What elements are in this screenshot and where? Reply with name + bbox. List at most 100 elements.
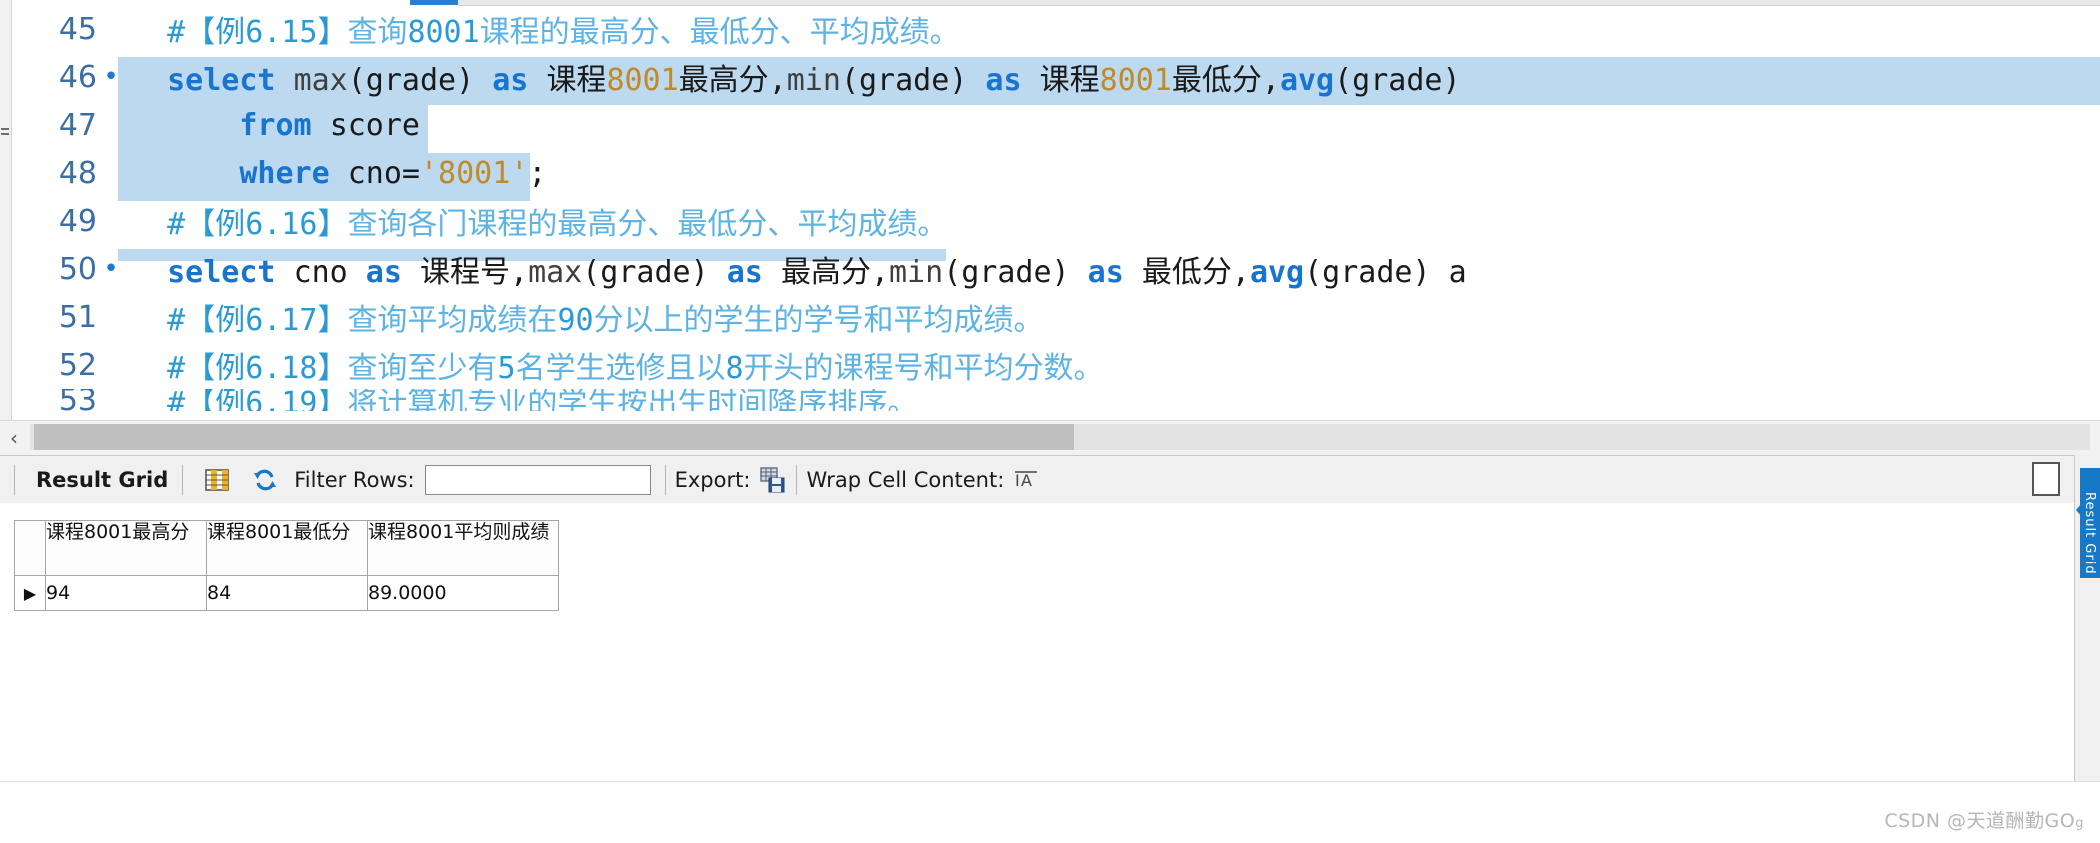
code-token: 【例 bbox=[185, 389, 246, 411]
code-token: 课程 bbox=[546, 63, 607, 98]
watermark-prefix: CSDN @ bbox=[1884, 810, 1967, 832]
code-line[interactable]: 52 #【例6.18】查询至少有5名学生选修且以8开头的课程号和平均分数。 bbox=[11, 341, 2100, 389]
code-text[interactable]: select max(grade) as 课程8001最高分,min(grade… bbox=[125, 55, 2100, 99]
code-token: (grade) a bbox=[1304, 255, 1467, 290]
code-line[interactable]: 46 • select max(grade) as 课程8001最高分,min(g… bbox=[11, 53, 2100, 101]
code-token: cno bbox=[293, 255, 348, 290]
table-cell[interactable]: 84 bbox=[206, 575, 368, 611]
line-number: 47 bbox=[58, 107, 97, 143]
code-token: 查询平均成绩在 bbox=[347, 303, 558, 338]
code-token: # bbox=[131, 389, 186, 411]
refresh-icon[interactable] bbox=[250, 465, 280, 495]
statement-bullet-icon: • bbox=[103, 254, 119, 284]
row-selector-header bbox=[14, 520, 46, 576]
code-token: 】 bbox=[317, 207, 348, 242]
column-header-max[interactable]: 课程8001最高分 bbox=[45, 520, 207, 576]
line-number: 48 bbox=[58, 155, 97, 191]
code-line[interactable]: 50 • select cno as 课程号,max(grade) as 最高分,… bbox=[11, 245, 2100, 293]
code-token: (grade) bbox=[943, 255, 1070, 290]
code-token: 分以上的学生的学号和平均成绩。 bbox=[593, 303, 1044, 338]
code-token: as bbox=[347, 255, 420, 290]
code-token: 最低分 bbox=[1171, 63, 1262, 98]
code-token: select bbox=[131, 63, 294, 98]
code-line[interactable]: 47 from score bbox=[11, 101, 2100, 149]
code-token: 6.17 bbox=[245, 303, 318, 338]
code-token: 最低分 bbox=[1141, 255, 1232, 290]
code-token: cno= bbox=[347, 155, 420, 191]
code-token: 】 bbox=[317, 389, 348, 411]
row-marker-icon: ▶ bbox=[14, 575, 46, 611]
code-token: 最高分 bbox=[678, 63, 769, 98]
code-token: 【例 bbox=[185, 15, 246, 50]
table-body[interactable]: ▶ 94 84 89.0000 bbox=[14, 575, 559, 611]
column-header-avg[interactable]: 课程8001平均则成绩 bbox=[367, 520, 559, 576]
code-token: (grade) bbox=[582, 255, 709, 290]
export-label: Export: bbox=[674, 468, 751, 492]
code-token: 名学生选修且以 bbox=[515, 351, 726, 386]
code-line[interactable]: 49 #【例6.16】查询各门课程的最高分、最低分、平均成绩。 bbox=[11, 197, 2100, 245]
code-token: 【例 bbox=[185, 351, 246, 386]
toolbar-divider bbox=[664, 465, 666, 495]
code-token: '8001' bbox=[420, 155, 529, 191]
code-token: 【例 bbox=[185, 207, 246, 242]
code-text[interactable]: select cno as 课程号,max(grade) as 最高分,min(… bbox=[125, 247, 2100, 291]
code-token: as bbox=[1069, 255, 1142, 290]
code-line[interactable]: 53 #【例6.19】将计算机专业的学生按出生时间降序排序。 bbox=[11, 389, 2100, 411]
filter-rows-label: Filter Rows: bbox=[294, 468, 415, 492]
column-header-min[interactable]: 课程8001最低分 bbox=[206, 520, 368, 576]
code-token: 【例 bbox=[185, 303, 246, 338]
code-text[interactable]: #【例6.15】查询8001课程的最高分、最低分、平均成绩。 bbox=[125, 7, 2100, 51]
table-cell[interactable]: 94 bbox=[45, 575, 207, 611]
code-token: min bbox=[889, 255, 944, 290]
export-icon[interactable] bbox=[758, 465, 788, 495]
line-number: 49 bbox=[58, 203, 97, 239]
code-token: where bbox=[131, 155, 348, 191]
code-line[interactable]: 48 where cno='8001'; bbox=[11, 149, 2100, 197]
result-grid-area[interactable]: 课程8001最高分 课程8001最低分 课程8001平均则成绩 ▶ 94 84 89.… bbox=[0, 503, 2100, 781]
code-text[interactable]: #【例6.19】将计算机专业的学生按出生时间降序排序。 bbox=[125, 389, 2100, 411]
grid-columns-icon[interactable] bbox=[202, 465, 232, 495]
code-token: 查询各门课程的最高分、最低分、平均成绩。 bbox=[347, 207, 948, 242]
code-text[interactable]: #【例6.17】查询平均成绩在90分以上的学生的学号和平均成绩。 bbox=[125, 295, 2100, 339]
filter-rows-input[interactable] bbox=[424, 465, 651, 495]
form-editor-toggle-icon[interactable] bbox=[2032, 462, 2060, 496]
editor-horizontal-scrollbar[interactable]: ‹ bbox=[0, 420, 2100, 455]
code-token: from bbox=[131, 107, 330, 143]
svg-text:I: I bbox=[1015, 471, 1020, 490]
code-text[interactable]: #【例6.16】查询各门课程的最高分、最低分、平均成绩。 bbox=[125, 199, 2100, 243]
code-token: 开头的课程号和平均分数。 bbox=[743, 351, 1104, 386]
toolbar-divider bbox=[796, 465, 798, 495]
code-token: 课程号 bbox=[420, 255, 510, 290]
code-token: min bbox=[786, 63, 841, 98]
csdn-watermark: CSDN @天道酬勤GOg bbox=[1884, 806, 2084, 833]
bottom-strip bbox=[0, 781, 2100, 843]
side-panel-tab-label: Result Grid bbox=[2082, 492, 2097, 575]
result-table[interactable]: 课程8001最高分 课程8001最低分 课程8001平均则成绩 ▶ 94 84 89.… bbox=[14, 520, 559, 611]
scrollbar-thumb[interactable] bbox=[34, 424, 1074, 450]
code-token: 90 bbox=[557, 303, 594, 338]
wrap-cell-content-label: Wrap Cell Content: bbox=[806, 468, 1005, 492]
code-token: 最高分 bbox=[780, 255, 871, 290]
code-line[interactable]: 51 #【例6.17】查询平均成绩在90分以上的学生的学号和平均成绩。 bbox=[11, 293, 2100, 341]
code-line[interactable]: 45 #【例6.15】查询8001课程的最高分、最低分、平均成绩。 bbox=[11, 5, 2100, 53]
code-token: 】 bbox=[317, 303, 348, 338]
code-token: as bbox=[474, 63, 547, 98]
code-token: score bbox=[329, 107, 420, 143]
code-token: 将计算机专业的学生按出生时间降序排序。 bbox=[347, 389, 918, 411]
gutter-marker bbox=[1, 133, 9, 135]
code-token: 查询 bbox=[347, 15, 408, 50]
wrap-text-icon[interactable]: I A bbox=[1012, 465, 1042, 495]
sql-editor-pane[interactable]: 45 #【例6.15】查询8001课程的最高分、最低分、平均成绩。 46 • sel… bbox=[0, 0, 2100, 420]
scroll-left-arrow-icon[interactable]: ‹ bbox=[0, 421, 28, 455]
code-text[interactable]: #【例6.18】查询至少有5名学生选修且以8开头的课程号和平均分数。 bbox=[125, 343, 2100, 387]
result-grid-toolbar[interactable]: Result Grid Filter Rows: Export: Wrap Ce… bbox=[0, 455, 2100, 505]
table-row[interactable]: ▶ 94 84 89.0000 bbox=[14, 575, 559, 611]
code-token: # bbox=[131, 351, 186, 386]
toolbar-divider bbox=[14, 465, 15, 495]
table-cell[interactable]: 89.0000 bbox=[367, 575, 559, 611]
result-grid-label: Result Grid bbox=[36, 468, 169, 492]
code-token: 6.16 bbox=[245, 207, 318, 242]
code-text[interactable]: where cno='8001'; bbox=[125, 156, 2100, 191]
line-number: 51 bbox=[58, 299, 97, 335]
code-text[interactable]: from score bbox=[125, 108, 2100, 143]
